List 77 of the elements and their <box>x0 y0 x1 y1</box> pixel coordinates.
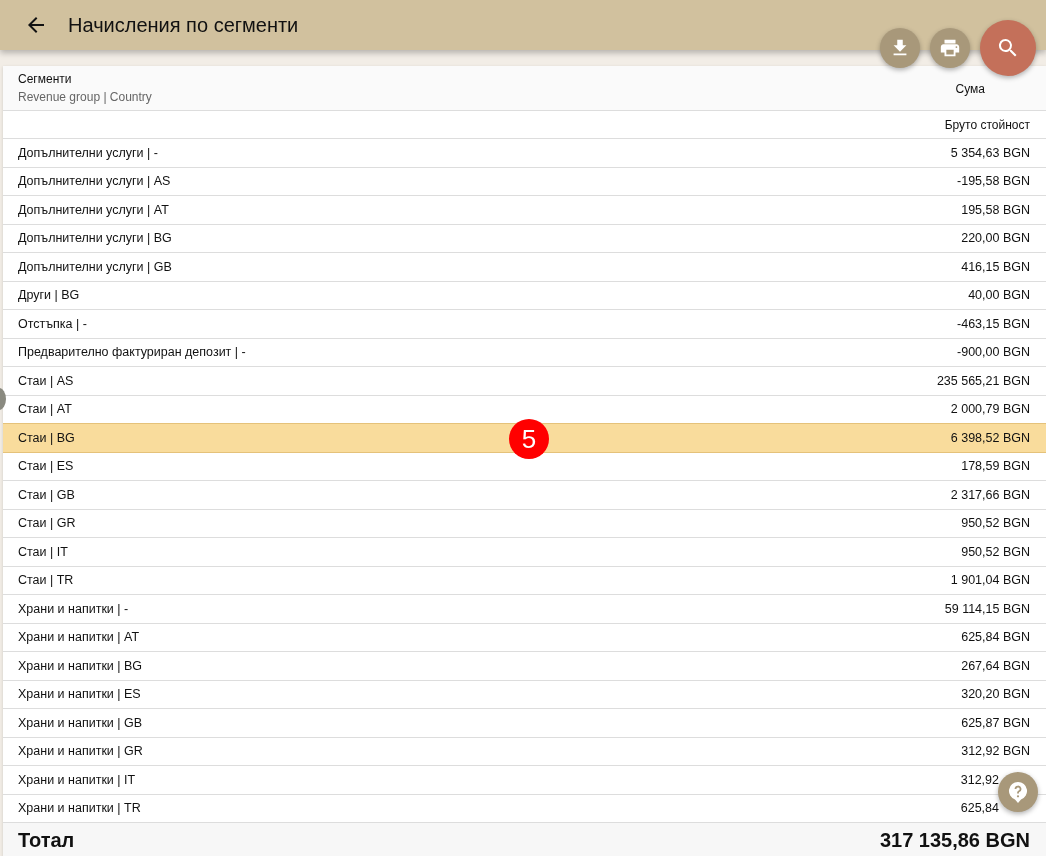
amount-cell: 40,00 BGN <box>968 288 1030 303</box>
amount-cell: 220,00 BGN <box>961 231 1030 246</box>
amount-cell: 416,15 BGN <box>961 259 1030 274</box>
table-row[interactable]: Стаи | TR 1 901,04 BGN <box>3 566 1046 595</box>
segment-cell: Допълнителни услуги | AT <box>18 202 169 217</box>
amount-cell: 625,84 BGN <box>961 630 1030 645</box>
amount-cell: -195,58 BGN <box>957 174 1030 189</box>
table-row[interactable]: Допълнителни услуги | AS -195,58 BGN <box>3 167 1046 196</box>
amount-cell: -900,00 BGN <box>957 345 1030 360</box>
amount-cell: 235 565,21 BGN <box>936 373 1030 388</box>
amount-cell: 267,64 BGN <box>961 658 1030 673</box>
column-subheader: Revenue group | Country <box>18 90 153 104</box>
segment-cell: Стаи | AT <box>18 402 72 417</box>
table-row[interactable]: Стаи | AS 235 565,21 BGN <box>3 367 1046 396</box>
table-row[interactable]: Стаи | GR 950,52 BGN <box>3 509 1046 538</box>
amount-cell: -463,15 BGN <box>957 316 1030 331</box>
segment-cell: Храни и напитки | TR <box>18 801 141 816</box>
amount-cell: 950,52 BGN <box>961 516 1030 531</box>
segment-cell: Стаи | BG <box>18 430 75 445</box>
help-icon <box>1006 780 1030 804</box>
segment-cell: Храни и напитки | BG <box>18 658 143 673</box>
amount-cell: 312,92 BGN <box>961 744 1030 759</box>
table-row[interactable]: Допълнителни услуги | AT 195,58 BGN <box>3 196 1046 225</box>
table-row[interactable]: Други | BG 40,00 BGN <box>3 281 1046 310</box>
column-header: Сегменти <box>18 72 73 86</box>
amount-cell: 178,59 BGN <box>961 459 1030 474</box>
amount-cell: 625,87 BGN <box>961 715 1030 730</box>
page-title: Начисления по сегменти <box>68 13 299 37</box>
table-row[interactable]: Допълнителни услуги | BG 220,00 BGN <box>3 224 1046 253</box>
table-row[interactable]: Допълнителни услуги | - 5 354,63 BGN <box>3 139 1046 168</box>
table-row[interactable]: Допълнителни услуги | GB 416,15 BGN <box>3 253 1046 282</box>
amount-cell: 5 354,63 BGN <box>950 145 1030 160</box>
table-row[interactable]: Отстъпка | - -463,15 BGN <box>3 310 1046 339</box>
amount-cell: 312,92 <box>960 772 999 787</box>
amount-cell: 2 000,79 BGN <box>950 402 1030 417</box>
total-label: Тотал <box>18 828 75 852</box>
segment-cell: Стаи | TR <box>18 573 74 588</box>
column-header: Сума <box>955 82 985 96</box>
segment-cell: Стаи | GR <box>18 516 76 531</box>
amount-cell: 950,52 BGN <box>961 544 1030 559</box>
segment-cell: Допълнителни услуги | - <box>18 145 158 160</box>
printer-icon <box>939 37 961 59</box>
segment-cell: Други | BG <box>18 288 80 303</box>
amount-cell: 59 114,15 BGN <box>944 601 1030 616</box>
amount-cell: 320,20 BGN <box>961 687 1030 702</box>
table-row[interactable]: Стаи | GB 2 317,66 BGN <box>3 481 1046 510</box>
segment-cell: Храни и напитки | IT <box>18 772 136 787</box>
table-row[interactable]: Храни и напитки | GB 625,87 BGN <box>3 709 1046 738</box>
column-subheader: Бруто стойност <box>944 117 1030 132</box>
segment-cell: Храни и напитки | GR <box>18 744 143 759</box>
total-amount: 317 135,86 BGN <box>879 828 1030 852</box>
table-row[interactable]: Предварително фактуриран депозит | - -900,00 BGN <box>3 338 1046 367</box>
segment-cell: Стаи | AS <box>18 373 74 388</box>
amount-cell: 1 901,04 BGN <box>950 573 1030 588</box>
table-row[interactable]: Храни и напитки | - 59 114,15 BGN <box>3 595 1046 624</box>
segment-cell: Отстъпка | - <box>18 316 87 331</box>
segment-cell: Храни и напитки | GB <box>18 715 143 730</box>
segment-cell: Предварително фактуриран депозит | - <box>18 345 246 360</box>
segment-cell: Допълнителни услуги | BG <box>18 231 172 246</box>
amount-cell: 2 317,66 BGN <box>950 487 1030 502</box>
table-row[interactable]: Храни и напитки | GR 312,92 BGN <box>3 737 1046 766</box>
table-row[interactable]: Храни и напитки | AT 625,84 BGN <box>3 623 1046 652</box>
segment-cell: Стаи | ES <box>18 459 74 474</box>
segment-cell: Стаи | IT <box>18 544 68 559</box>
amount-cell: 6 398,52 BGN <box>950 430 1030 445</box>
amount-cell: 195,58 BGN <box>961 202 1030 217</box>
table-row[interactable]: Храни и напитки | ES 320,20 BGN <box>3 680 1046 709</box>
segment-cell: Храни и напитки | AT <box>18 630 140 645</box>
segment-cell: Храни и напитки | - <box>18 601 129 616</box>
segment-cell: Допълнителни услуги | GB <box>18 259 172 274</box>
segment-cell: Допълнителни услуги | AS <box>18 174 171 189</box>
number-badge: 5 <box>509 419 549 459</box>
segment-cell: Храни и напитки | ES <box>18 687 141 702</box>
amount-cell: 625,84 <box>960 801 999 816</box>
table-row[interactable]: Храни и напитки | BG 267,64 BGN <box>3 652 1046 681</box>
table-row[interactable]: Стаи | IT 950,52 BGN <box>3 538 1046 567</box>
segment-cell: Стаи | GB <box>18 487 75 502</box>
